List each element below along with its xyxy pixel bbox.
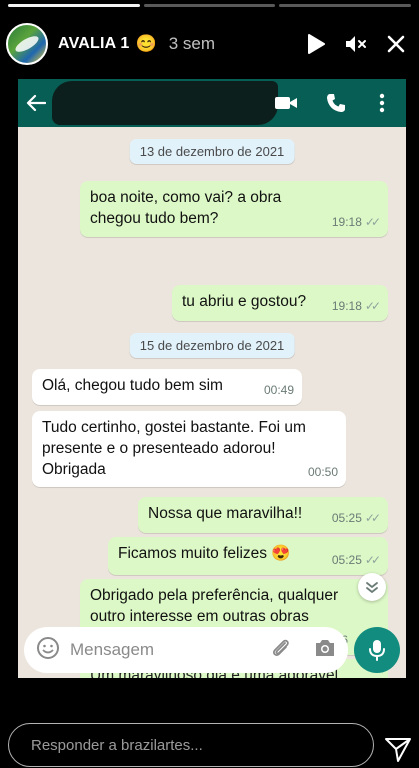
message-bubble[interactable]: Nossa que maravilha!! 05:25 ✓✓ <box>138 497 388 533</box>
phone-icon[interactable] <box>324 91 348 115</box>
send-icon[interactable] <box>384 735 412 763</box>
message-meta: 00:50 <box>308 462 338 483</box>
date-chip: 13 de dezembro de 2021 <box>129 139 295 164</box>
message-bubble[interactable]: tu abriu e gostou? 19:18 ✓✓ <box>172 285 388 321</box>
read-ticks-icon: ✓✓ <box>364 299 381 313</box>
message-time: 05:25 <box>331 511 362 525</box>
chat-header <box>18 79 406 127</box>
story-header: AVALIA 1 😊 3 sem <box>6 20 413 68</box>
message-text: Olá, chegou tudo bem sim <box>42 377 223 394</box>
message-time: 00:49 <box>263 383 294 397</box>
message-meta: 19:18 ✓✓ <box>331 296 381 317</box>
message-input[interactable]: Mensagem <box>24 627 348 673</box>
message-text: Tudo certinho, gostei bastante. Foi um p… <box>42 419 306 478</box>
back-arrow-icon[interactable] <box>24 91 48 115</box>
more-vert-icon[interactable] <box>370 91 394 115</box>
progress-segment <box>279 4 412 7</box>
input-actions <box>270 637 336 664</box>
story-progress <box>8 4 412 7</box>
reply-placeholder: Responder a brazilartes... <box>31 736 203 754</box>
whatsapp-screenshot: 13 de dezembro de 2021 boa noite, como v… <box>18 79 406 678</box>
story-username[interactable]: AVALIA 1 <box>58 35 130 53</box>
message-meta: 19:18 ✓✓ <box>331 212 381 233</box>
message-text: boa noite, como vai? a obra chegou tudo … <box>90 189 282 227</box>
story-timestamp: 3 sem <box>168 34 215 53</box>
story-emoji: 😊 <box>135 34 157 53</box>
message-time: 05:25 <box>331 553 362 567</box>
chat-area: 13 de dezembro de 2021 boa noite, como v… <box>18 127 406 678</box>
message-meta: 05:25 ✓✓ <box>331 508 381 529</box>
message-time: 00:50 <box>307 465 338 479</box>
redacted-contact-name <box>52 81 278 125</box>
message-bubble[interactable]: boa noite, como vai? a obra chegou tudo … <box>80 181 388 237</box>
progress-segment <box>143 4 276 7</box>
camera-icon[interactable] <box>314 638 336 663</box>
message-bubble[interactable]: Olá, chegou tudo bem sim 00:49 <box>32 369 302 405</box>
attach-icon[interactable] <box>270 637 292 664</box>
message-time: 19:18 <box>331 215 362 229</box>
message-placeholder: Mensagem <box>70 640 155 659</box>
message-meta: 00:49 <box>264 380 294 401</box>
progress-segment <box>8 4 140 7</box>
message-text: tu abriu e gostou? <box>182 293 307 310</box>
message-bubble[interactable]: Tudo certinho, gostei bastante. Foi um p… <box>32 411 346 487</box>
message-text: Nossa que maravilha!! <box>148 505 303 522</box>
play-icon[interactable] <box>305 33 327 55</box>
read-ticks-icon: ✓✓ <box>364 553 381 567</box>
message-time: 19:18 <box>331 299 362 313</box>
avatar[interactable] <box>6 23 48 65</box>
date-chip: 15 de dezembro de 2021 <box>129 333 295 358</box>
message-bubble[interactable]: Ficamos muito felizes 😍 05:25 ✓✓ <box>108 537 388 575</box>
chevron-down-icon[interactable] <box>358 573 386 601</box>
close-icon[interactable] <box>385 33 407 55</box>
emoji-icon[interactable] <box>36 636 60 665</box>
message-input-row: Mensagem <box>24 627 400 673</box>
message-meta: 05:25 ✓✓ <box>331 550 381 571</box>
reply-input[interactable]: Responder a brazilartes... <box>8 723 374 767</box>
video-call-icon[interactable] <box>274 91 298 115</box>
story-controls <box>305 33 413 55</box>
read-ticks-icon: ✓✓ <box>364 215 381 229</box>
message-text: Ficamos muito felizes 😍 <box>118 545 291 562</box>
read-ticks-icon: ✓✓ <box>364 511 381 525</box>
mic-icon[interactable] <box>354 627 400 673</box>
mute-icon[interactable] <box>345 33 367 55</box>
